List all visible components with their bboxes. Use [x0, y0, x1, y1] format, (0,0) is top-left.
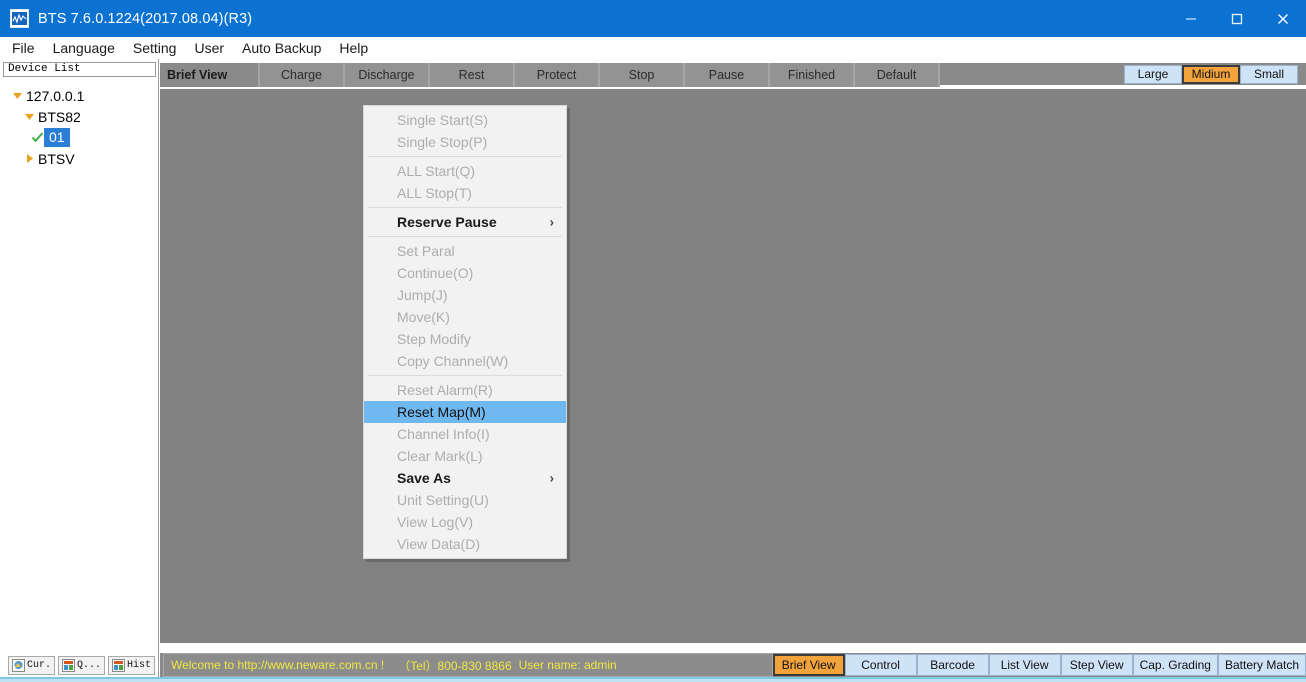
taskbar-button-label: Hist	[127, 659, 152, 671]
tab-charge[interactable]: Charge	[260, 63, 345, 87]
bottom-button-step-view[interactable]: Step View	[1060, 654, 1133, 676]
status-welcome-text: Welcome to http://www.neware.com.cn !	[171, 658, 385, 672]
taskbar-button-history[interactable]: Hist	[108, 655, 156, 675]
context-menu-separator	[368, 375, 562, 376]
status-bar: Welcome to http://www.neware.com.cn ! （T…	[160, 653, 1306, 677]
size-button-small[interactable]: Small	[1240, 64, 1298, 84]
history-window-icon	[112, 658, 126, 672]
context-menu-item-unit-setting[interactable]: Unit Setting(U)	[364, 489, 566, 511]
context-menu-item-all-start[interactable]: ALL Start(Q)	[364, 160, 566, 182]
window-title: BTS 7.6.0.1224(2017.08.04)(R3)	[38, 10, 253, 27]
status-user-text: User name: admin	[518, 658, 617, 672]
menu-bar: File Language Setting User Auto Backup H…	[0, 37, 1306, 59]
status-message: Welcome to http://www.neware.com.cn ! （T…	[163, 653, 773, 677]
tab-discharge[interactable]: Discharge	[345, 63, 430, 87]
tree-item-btsv[interactable]: BTSV	[0, 148, 158, 169]
window-taskbar: Cur. Q... Hist	[0, 653, 159, 677]
tab-pause[interactable]: Pause	[685, 63, 770, 87]
tab-default[interactable]: Default	[855, 63, 940, 87]
menu-item-file[interactable]: File	[3, 39, 44, 57]
size-button-midium[interactable]: Midium	[1182, 64, 1240, 84]
taskbar-button-current[interactable]: Cur.	[8, 655, 56, 675]
device-tree: 127.0.0.1 BTS82 01 BTSV	[0, 77, 158, 169]
device-list-panel: Device List 127.0.0.1 BTS82 01 BTSV	[0, 59, 159, 653]
context-menu-item-set-paral[interactable]: Set Paral	[364, 240, 566, 262]
bottom-button-battery-match[interactable]: Battery Match	[1217, 654, 1306, 676]
context-menu-item-reserve-pause[interactable]: Reserve Pause ›	[364, 211, 566, 233]
tab-rest[interactable]: Rest	[430, 63, 515, 87]
context-menu-item-step-modify[interactable]: Step Modify	[364, 328, 566, 350]
window-bottom-border-inner	[0, 677, 1306, 679]
triangle-down-icon[interactable]	[22, 110, 36, 124]
context-menu-item-jump[interactable]: Jump(J)	[364, 284, 566, 306]
menu-item-user[interactable]: User	[185, 39, 233, 57]
context-menu-separator	[368, 207, 562, 208]
bts-logo-icon	[10, 9, 29, 28]
size-button-large[interactable]: Large	[1124, 64, 1182, 84]
menu-item-language[interactable]: Language	[44, 39, 124, 57]
taskbar-button-label: Q...	[77, 659, 102, 671]
close-icon[interactable]	[1260, 0, 1306, 37]
bottom-button-barcode[interactable]: Barcode	[916, 654, 989, 676]
current-window-icon	[12, 658, 25, 672]
tree-item-label: BTSV	[38, 150, 75, 167]
triangle-right-icon[interactable]	[22, 152, 36, 166]
context-menu-separator	[368, 236, 562, 237]
context-menu-item-single-stop[interactable]: Single Stop(P)	[364, 131, 566, 153]
taskbar-button-query[interactable]: Q...	[58, 655, 106, 675]
tree-item-label: 127.0.0.1	[26, 87, 85, 104]
tree-item-bts82[interactable]: BTS82	[0, 106, 158, 127]
context-menu-item-copy-channel[interactable]: Copy Channel(W)	[364, 350, 566, 372]
tab-protect[interactable]: Protect	[515, 63, 600, 87]
context-menu-item-reset-alarm[interactable]: Reset Alarm(R)	[364, 379, 566, 401]
context-menu-item-clear-mark[interactable]: Clear Mark(L)	[364, 445, 566, 467]
context-menu-item-continue[interactable]: Continue(O)	[364, 262, 566, 284]
bottom-button-control[interactable]: Control	[844, 654, 917, 676]
context-menu-item-reset-map[interactable]: Reset Map(M)	[364, 401, 566, 423]
tree-item-channel-01[interactable]: 01	[0, 127, 158, 148]
context-menu-item-single-start[interactable]: Single Start(S)	[364, 109, 566, 131]
tree-item-label: BTS82	[38, 108, 81, 125]
bottom-button-brief-view[interactable]: Brief View	[772, 654, 845, 676]
check-icon	[30, 131, 44, 145]
channel-grid-canvas[interactable]	[160, 89, 1306, 645]
query-window-icon	[62, 658, 76, 672]
context-menu-separator	[368, 156, 562, 157]
context-menu-item-save-as[interactable]: Save As ›	[364, 467, 566, 489]
view-tab-strip: Brief View Charge Discharge Rest Protect…	[160, 63, 1306, 87]
chevron-right-icon: ›	[549, 214, 554, 230]
menu-item-setting[interactable]: Setting	[124, 39, 186, 57]
bottom-button-list-view[interactable]: List View	[988, 654, 1061, 676]
context-menu-item-channel-info[interactable]: Channel Info(I)	[364, 423, 566, 445]
title-bar: BTS 7.6.0.1224(2017.08.04)(R3)	[0, 0, 1306, 37]
context-menu-item-view-log[interactable]: View Log(V)	[364, 511, 566, 533]
menu-item-help[interactable]: Help	[330, 39, 377, 57]
view-mode-button-group: Brief View Control Barcode List View Ste…	[772, 653, 1306, 677]
tab-strip-spacer	[940, 63, 1124, 85]
context-menu-item-move[interactable]: Move(K)	[364, 306, 566, 328]
window-controls	[1168, 0, 1306, 37]
bottom-button-cap-grading[interactable]: Cap. Grading	[1132, 654, 1218, 676]
chevron-right-icon: ›	[549, 470, 554, 486]
window-bottom-border	[0, 677, 1306, 682]
channel-context-menu: Single Start(S) Single Stop(P) ALL Start…	[363, 105, 567, 559]
device-list-header: Device List	[3, 62, 156, 77]
tab-stop[interactable]: Stop	[600, 63, 685, 87]
triangle-down-icon[interactable]	[10, 89, 24, 103]
application-window: BTS 7.6.0.1224(2017.08.04)(R3) File Lang…	[0, 0, 1306, 682]
tree-item-host[interactable]: 127.0.0.1	[0, 85, 158, 106]
context-menu-item-all-stop[interactable]: ALL Stop(T)	[364, 182, 566, 204]
context-menu-item-view-data[interactable]: View Data(D)	[364, 533, 566, 555]
taskbar-button-label: Cur.	[27, 659, 52, 671]
tree-item-label: 01	[44, 128, 70, 147]
menu-item-auto-backup[interactable]: Auto Backup	[233, 39, 330, 57]
context-menu-item-label: Reserve Pause	[397, 214, 497, 230]
cell-size-button-group: Large Midium Small	[1124, 63, 1306, 85]
context-menu-item-label: Save As	[397, 470, 451, 486]
minimize-icon[interactable]	[1168, 0, 1214, 37]
tab-finished[interactable]: Finished	[770, 63, 855, 87]
maximize-icon[interactable]	[1214, 0, 1260, 37]
tab-brief-view[interactable]: Brief View	[160, 63, 260, 87]
status-tel-text: （Tel）800-830 8866	[398, 658, 512, 673]
